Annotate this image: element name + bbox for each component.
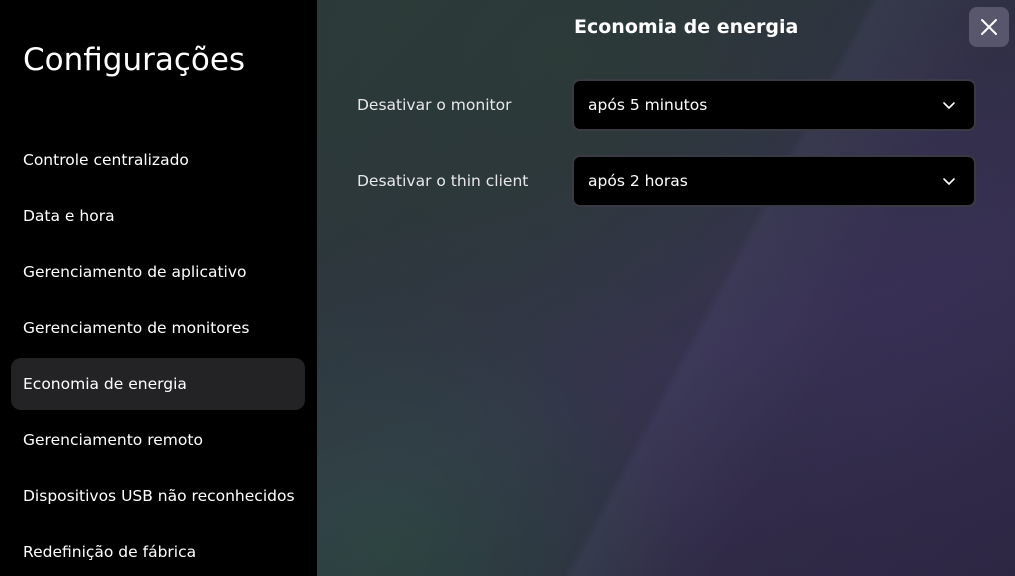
monitor-off-select[interactable]: após 5 minutos	[572, 79, 976, 131]
sidebar-item-data-e-hora[interactable]: Data e hora	[11, 190, 305, 242]
settings-window: Configurações Controle centralizado Data…	[0, 0, 1015, 576]
thin-client-off-value: após 2 horas	[588, 172, 688, 190]
sidebar-item-gerenciamento-de-aplicativo[interactable]: Gerenciamento de aplicativo	[11, 246, 305, 298]
sidebar-title: Configurações	[23, 42, 246, 78]
sidebar-item-dispositivos-usb[interactable]: Dispositivos USB não reconhecidos	[11, 470, 305, 522]
sidebar-item-redefinicao-de-fabrica[interactable]: Redefinição de fábrica	[11, 526, 305, 576]
sidebar-item-gerenciamento-remoto[interactable]: Gerenciamento remoto	[11, 414, 305, 466]
chevron-down-icon	[943, 102, 955, 109]
sidebar-item-economia-de-energia[interactable]: Economia de energia	[11, 358, 305, 410]
sidebar-item-gerenciamento-de-monitores[interactable]: Gerenciamento de monitores	[11, 302, 305, 354]
chevron-down-icon	[943, 178, 955, 185]
close-button[interactable]	[969, 7, 1009, 47]
sidebar: Configurações Controle centralizado Data…	[0, 0, 317, 576]
settings-panel: Economia de energia Desativar o monitor …	[317, 0, 1015, 576]
close-icon	[981, 19, 997, 35]
sidebar-item-controle-centralizado[interactable]: Controle centralizado	[11, 134, 305, 186]
thin-client-off-label: Desativar o thin client	[357, 172, 529, 190]
monitor-off-value: após 5 minutos	[588, 96, 708, 114]
thin-client-off-select[interactable]: após 2 horas	[572, 155, 976, 207]
monitor-off-label: Desativar o monitor	[357, 96, 512, 114]
setting-row-thin-client: Desativar o thin client após 2 horas	[357, 155, 977, 207]
setting-row-monitor: Desativar o monitor após 5 minutos	[357, 79, 977, 131]
panel-title: Economia de energia	[574, 16, 799, 38]
sidebar-nav: Controle centralizado Data e hora Gerenc…	[11, 134, 305, 576]
